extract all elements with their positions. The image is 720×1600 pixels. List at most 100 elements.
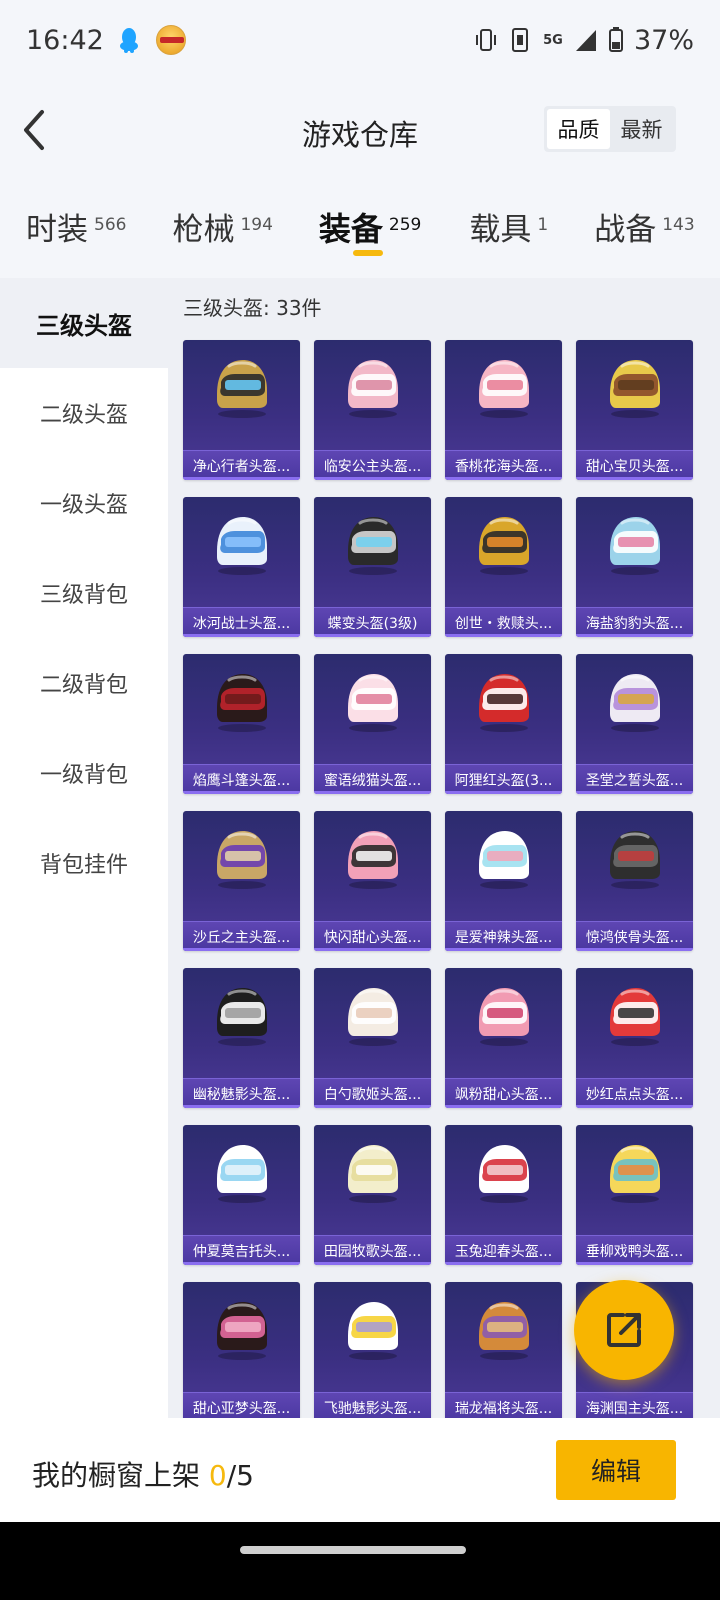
vibrate-icon bbox=[475, 29, 496, 51]
item-name: 甜心宝贝头盔... bbox=[576, 450, 693, 480]
item-name: 阿狸红头盔(3... bbox=[445, 764, 562, 794]
helmet-icon bbox=[217, 674, 267, 732]
item-card[interactable]: 仲夏莫吉托头... bbox=[183, 1125, 300, 1265]
category-tabs: 时装 566 枪械 194 装备 259 载具 1 战备 143 bbox=[0, 196, 720, 274]
helmet-icon bbox=[479, 1145, 529, 1203]
helmet-icon bbox=[610, 674, 660, 732]
tab-count: 1 bbox=[537, 214, 549, 235]
item-card[interactable]: 惊鸿侠骨头盔... bbox=[576, 811, 693, 951]
tab-firearms[interactable]: 枪械 194 bbox=[172, 196, 272, 249]
tab-label: 载具 bbox=[469, 212, 532, 248]
item-grid: 净心行者头盔... 临安公主头盔... 香桃花海头盔... 甜心宝贝头盔... 冰河战士… bbox=[183, 340, 698, 1418]
tab-supplies[interactable]: 战备 143 bbox=[594, 196, 694, 249]
helmet-icon bbox=[217, 1145, 267, 1203]
sort-toggle[interactable]: 品质 最新 bbox=[544, 106, 676, 152]
item-name: 海渊国主头盔... bbox=[576, 1392, 693, 1418]
item-card[interactable]: 快闪甜心头盔... bbox=[314, 811, 431, 951]
item-name: 惊鸿侠骨头盔... bbox=[576, 921, 693, 951]
sidebar-item-level1-helmet[interactable]: 一级头盔 bbox=[0, 458, 168, 548]
tab-label: 装备 bbox=[318, 210, 383, 248]
item-name: 圣堂之誓头盔... bbox=[576, 764, 693, 794]
helmet-icon bbox=[348, 674, 398, 732]
helmet-icon bbox=[217, 988, 267, 1046]
edit-button[interactable]: 编辑 bbox=[556, 1440, 676, 1500]
share-button[interactable] bbox=[574, 1280, 674, 1380]
item-card[interactable]: 飞驰魅影头盔... bbox=[314, 1282, 431, 1418]
helmet-icon bbox=[348, 1145, 398, 1203]
tab-count: 259 bbox=[388, 214, 422, 235]
tab-equipment[interactable]: 装备 259 bbox=[318, 196, 422, 256]
item-card[interactable]: 垂柳戏鸭头盔... bbox=[576, 1125, 693, 1265]
helmet-icon bbox=[217, 831, 267, 889]
helmet-icon bbox=[479, 1302, 529, 1360]
item-card[interactable]: 甜心亚梦头盔... bbox=[183, 1282, 300, 1418]
tab-label: 时装 bbox=[26, 212, 88, 248]
item-name: 临安公主头盔... bbox=[314, 450, 431, 480]
shelf-status: 我的橱窗上架 0/5 bbox=[32, 1454, 254, 1494]
status-time: 16:42 bbox=[26, 24, 104, 56]
home-indicator[interactable] bbox=[240, 1546, 466, 1554]
item-card[interactable]: 阿狸红头盔(3... bbox=[445, 654, 562, 794]
item-card[interactable]: 蜜语绒猫头盔... bbox=[314, 654, 431, 794]
item-card[interactable]: 净心行者头盔... bbox=[183, 340, 300, 480]
helmet-icon bbox=[479, 360, 529, 418]
helmet-icon bbox=[479, 988, 529, 1046]
item-name: 瑞龙福将头盔... bbox=[445, 1392, 562, 1418]
item-card[interactable]: 临安公主头盔... bbox=[314, 340, 431, 480]
shelf-total: /5 bbox=[226, 1459, 254, 1492]
sidebar-item-backpack-charm[interactable]: 背包挂件 bbox=[0, 818, 168, 908]
tab-label: 枪械 bbox=[172, 212, 235, 248]
item-card[interactable]: 沙丘之主头盔... bbox=[183, 811, 300, 951]
qq-icon bbox=[119, 28, 138, 53]
section-title: 三级头盔: 33件 bbox=[183, 296, 322, 320]
helmet-icon bbox=[610, 831, 660, 889]
tab-count: 566 bbox=[94, 214, 127, 235]
sort-newest-option[interactable]: 最新 bbox=[610, 109, 673, 149]
sidebar-item-level1-backpack[interactable]: 一级背包 bbox=[0, 728, 168, 818]
item-card[interactable]: 瑞龙福将头盔... bbox=[445, 1282, 562, 1418]
item-card[interactable]: 蝶变头盔(3级) bbox=[314, 497, 431, 637]
item-name: 垂柳戏鸭头盔... bbox=[576, 1235, 693, 1265]
item-card[interactable]: 幽秘魅影头盔... bbox=[183, 968, 300, 1108]
item-card[interactable]: 创世・救赎头... bbox=[445, 497, 562, 637]
tab-fashion[interactable]: 时装 566 bbox=[26, 196, 126, 249]
helmet-icon bbox=[610, 988, 660, 1046]
helmet-icon bbox=[348, 831, 398, 889]
item-name: 香桃花海头盔... bbox=[445, 450, 562, 480]
sidebar-item-level2-helmet[interactable]: 二级头盔 bbox=[0, 368, 168, 458]
status-bar: 16:42 5G 37% bbox=[0, 0, 720, 80]
item-card[interactable]: 飒粉甜心头盔... bbox=[445, 968, 562, 1108]
item-card[interactable]: 焰鹰斗篷头盔... bbox=[183, 654, 300, 794]
active-tab-indicator bbox=[352, 250, 383, 256]
bottom-bar: 我的橱窗上架 0/5 编辑 bbox=[0, 1418, 720, 1522]
sidebar-item-level3-backpack[interactable]: 三级背包 bbox=[0, 548, 168, 638]
item-card[interactable]: 圣堂之誓头盔... bbox=[576, 654, 693, 794]
battery-icon bbox=[608, 27, 623, 52]
sidebar-item-level2-backpack[interactable]: 二级背包 bbox=[0, 638, 168, 728]
helmet-icon bbox=[348, 517, 398, 575]
tab-vehicles[interactable]: 载具 1 bbox=[469, 196, 548, 249]
item-card[interactable]: 白勺歌姬头盔... bbox=[314, 968, 431, 1108]
item-name: 甜心亚梦头盔... bbox=[183, 1392, 300, 1418]
helmet-icon bbox=[217, 360, 267, 418]
item-card[interactable]: 香桃花海头盔... bbox=[445, 340, 562, 480]
helmet-icon bbox=[217, 1302, 267, 1360]
helmet-icon bbox=[348, 1302, 398, 1360]
tab-label: 战备 bbox=[594, 212, 657, 248]
item-card[interactable]: 妙红点点头盔... bbox=[576, 968, 693, 1108]
item-card[interactable]: 田园牧歌头盔... bbox=[314, 1125, 431, 1265]
sort-quality-option[interactable]: 品质 bbox=[547, 109, 610, 149]
sidebar-item-level3-helmet[interactable]: 三级头盔 bbox=[0, 278, 168, 368]
item-card[interactable]: 海盐豹豹头盔... bbox=[576, 497, 693, 637]
item-card[interactable]: 玉兔迎春头盔... bbox=[445, 1125, 562, 1265]
helmet-icon bbox=[348, 988, 398, 1046]
item-name: 幽秘魅影头盔... bbox=[183, 1078, 300, 1108]
item-card[interactable]: 是爱神辣头盔... bbox=[445, 811, 562, 951]
shelf-current-count: 0 bbox=[208, 1459, 227, 1492]
item-name: 快闪甜心头盔... bbox=[314, 921, 431, 951]
item-card[interactable]: 冰河战士头盔... bbox=[183, 497, 300, 637]
helmet-icon bbox=[479, 517, 529, 575]
item-name: 冰河战士头盔... bbox=[183, 607, 300, 637]
item-card[interactable]: 甜心宝贝头盔... bbox=[576, 340, 693, 480]
item-list-panel[interactable]: 三级头盔: 33件 净心行者头盔... 临安公主头盔... 香桃花海头盔... 甜心宝… bbox=[168, 278, 720, 1418]
